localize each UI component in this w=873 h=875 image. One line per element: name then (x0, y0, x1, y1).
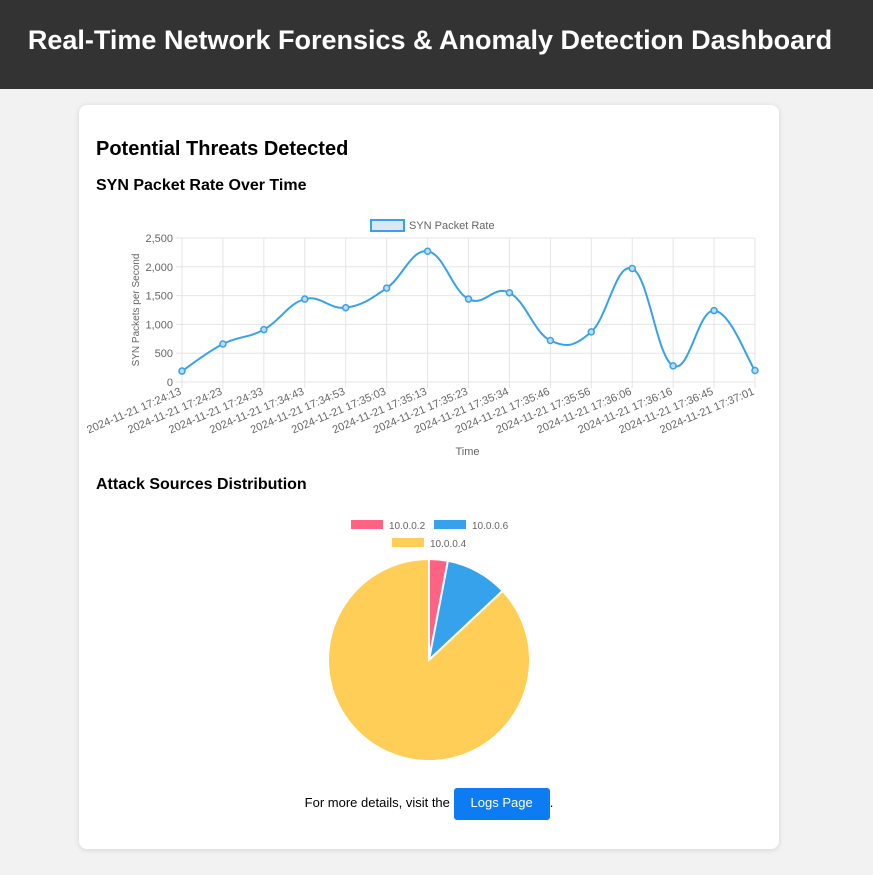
logs-page-button[interactable]: Logs Page (453, 787, 550, 820)
legend-swatch (434, 520, 466, 529)
attack-sources-pie-chart: 10.0.0.2 10.0.0.6 10.0.0.4 (327, 520, 531, 762)
page-title: Real-Time Network Forensics & Anomaly De… (27, 25, 833, 55)
footer-note: For more details, visit the Logs Page. (79, 787, 779, 820)
page-header: Real-Time Network Forensics & Anomaly De… (0, 0, 873, 89)
legend-label: 10.0.0.4 (430, 539, 467, 550)
footer-suffix: . (549, 795, 554, 810)
legend-label: 10.0.0.6 (472, 521, 509, 532)
footer-text: For more details, visit the (304, 795, 450, 810)
legend-swatch (392, 538, 424, 547)
threats-card: Potential Threats Detected SYN Packet Ra… (79, 105, 779, 849)
legend-swatch (351, 520, 383, 529)
legend-label: 10.0.0.2 (389, 521, 426, 532)
pie-legend: 10.0.0.2 10.0.0.6 10.0.0.4 (351, 520, 509, 550)
